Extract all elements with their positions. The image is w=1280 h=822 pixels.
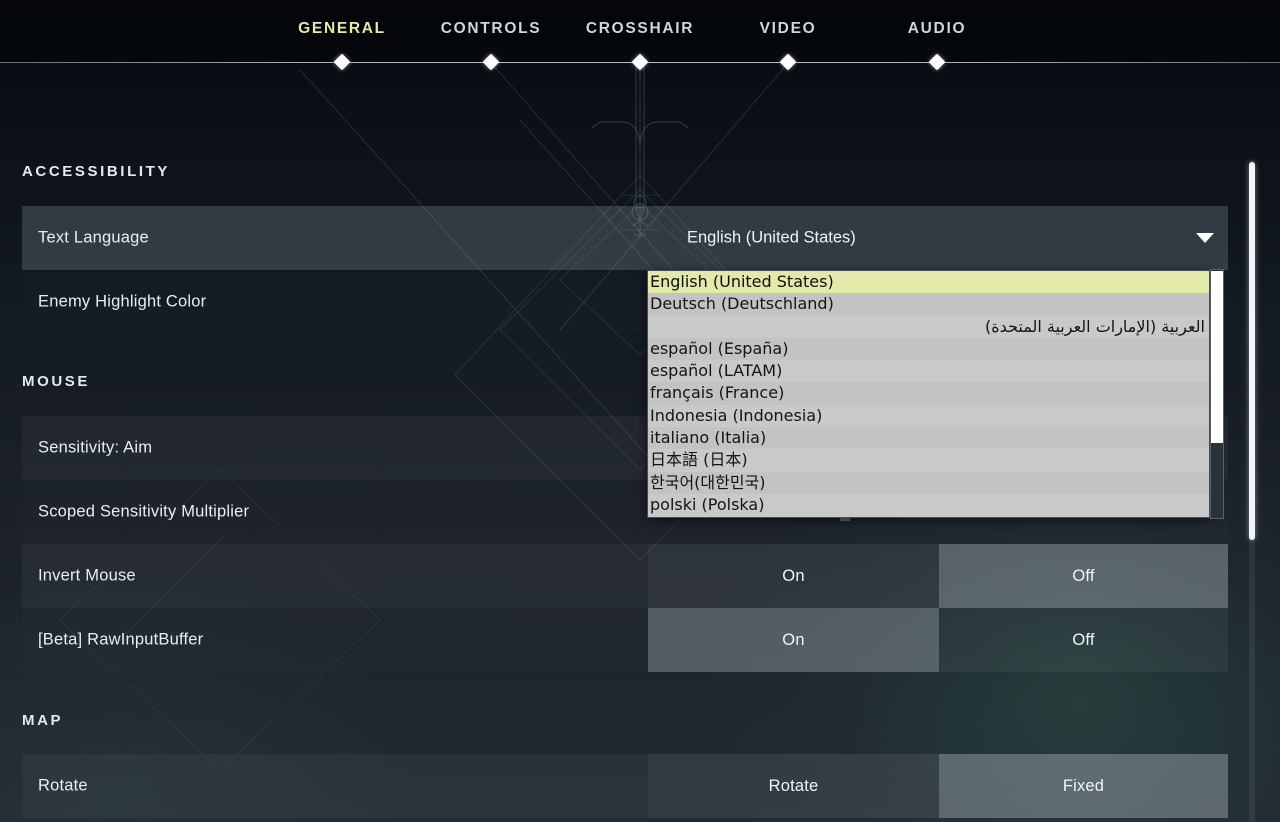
tab-audio[interactable]: AUDIO <box>908 20 966 38</box>
section-title-map: MAP <box>22 712 64 729</box>
dropdown-item[interactable]: Deutsch (Deutschland) <box>648 293 1209 316</box>
tab-controls[interactable]: CONTROLS <box>441 20 542 38</box>
page-scrollbar-thumb[interactable] <box>1249 162 1255 540</box>
dropdown-item[interactable]: italiano (Italia) <box>648 427 1209 450</box>
setting-label: Sensitivity: Aim <box>38 438 153 457</box>
toggle-option-off[interactable]: Off <box>939 544 1228 608</box>
tab-crosshair[interactable]: CROSSHAIR <box>586 20 694 38</box>
dropdown-item[interactable]: العربية (الإمارات العربية المتحدة) <box>648 315 1209 338</box>
select-value: English (United States) <box>687 228 856 247</box>
toggle-option-on[interactable]: On <box>648 608 939 672</box>
setting-label: Text Language <box>38 228 149 247</box>
language-dropdown-list[interactable]: English (United States) Deutsch (Deutschl… <box>647 270 1210 518</box>
setting-label: Enemy Highlight Color <box>38 292 207 311</box>
select-control[interactable]: English (United States) <box>648 206 1228 270</box>
tab-video[interactable]: VIDEO <box>760 20 817 38</box>
setting-label: Rotate <box>38 776 88 795</box>
toggle-option-fixed[interactable]: Fixed <box>939 754 1228 818</box>
setting-label: Invert Mouse <box>38 566 136 585</box>
dropdown-item[interactable]: 日本語 (日本) <box>648 449 1209 472</box>
setting-row: Text Language English (United States) <box>22 206 1228 270</box>
setting-row: Invert Mouse On Off <box>22 544 1228 608</box>
toggle-option-on[interactable]: On <box>648 544 939 608</box>
dropdown-item[interactable]: Indonesia (Indonesia) <box>648 404 1209 428</box>
section-title-accessibility: ACCESSIBILITY <box>22 163 170 180</box>
toggle-option-rotate[interactable]: Rotate <box>648 754 939 818</box>
dropdown-scrollbar-thumb[interactable] <box>1211 271 1223 443</box>
setting-row: Rotate Rotate Fixed <box>22 754 1228 818</box>
dropdown-item[interactable]: español (España) <box>648 337 1209 361</box>
dropdown-item[interactable]: français (France) <box>648 382 1209 405</box>
setting-row: [Beta] RawInputBuffer On Off <box>22 608 1228 672</box>
dropdown-item[interactable]: polski (Polska) <box>648 493 1209 517</box>
toggle-option-off[interactable]: Off <box>939 608 1228 672</box>
tab-general[interactable]: GENERAL <box>298 20 386 38</box>
setting-label: [Beta] RawInputBuffer <box>38 630 204 649</box>
settings-screen: GENERAL CONTROLS CROSSHAIR VIDEO AUDIO ACCES… <box>0 0 1280 822</box>
dropdown-item[interactable]: español (LATAM) <box>648 360 1209 383</box>
dropdown-item[interactable]: 한국어(대한민국) <box>648 471 1209 494</box>
chevron-down-icon[interactable] <box>1196 233 1214 243</box>
dropdown-item[interactable]: English (United States) <box>648 271 1209 294</box>
section-title-mouse: MOUSE <box>22 373 91 390</box>
setting-label: Scoped Sensitivity Multiplier <box>38 502 250 521</box>
